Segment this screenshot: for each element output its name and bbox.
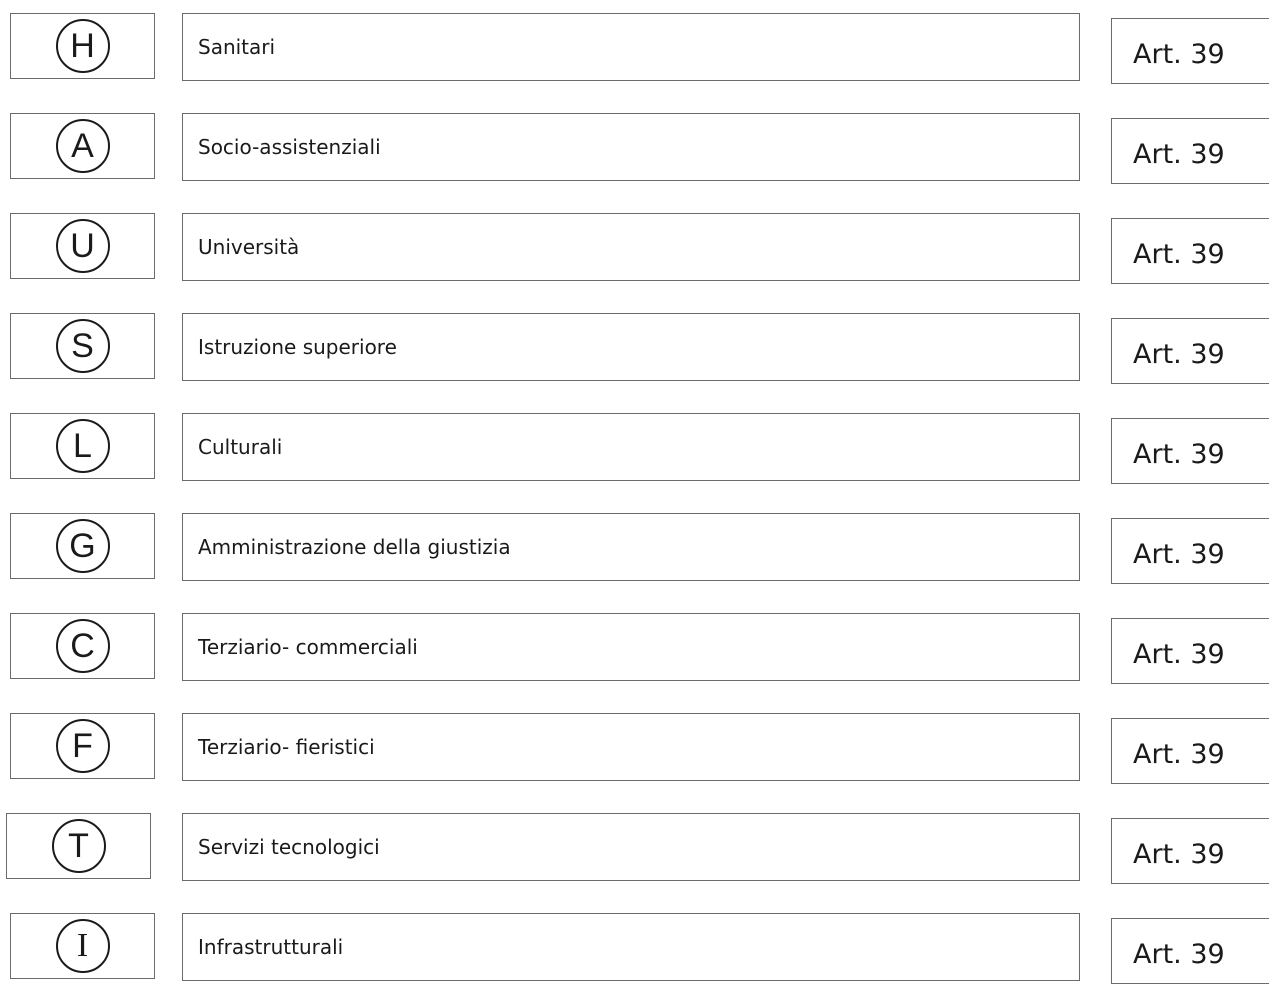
article-reference: Art. 39 [1133,839,1225,870]
category-box: Istruzione superiore [182,313,1080,381]
article-reference: Art. 39 [1133,539,1225,570]
symbol-box: F [10,713,155,779]
category-label: Sanitari [198,35,276,59]
circled-letter-symbol: A [55,119,110,173]
article-box: Art. 39 [1111,218,1269,284]
symbol-box: C [10,613,155,679]
symbol-box: I [10,913,155,979]
legend-row: A Socio-assistenziali Art. 39 [0,113,1269,184]
circled-letter-symbol: G [55,519,110,573]
symbol-box: H [10,13,155,79]
category-label: Socio-assistenziali [198,135,381,159]
article-reference: Art. 39 [1133,439,1225,470]
category-label: Terziario- fieristici [198,735,375,759]
circled-letter-symbol: S [55,319,110,373]
category-label: Servizi tecnologici [198,835,380,859]
circled-letter-symbol: H [55,19,110,73]
category-label: Amministrazione della giustizia [198,535,511,559]
circled-letter-symbol: U [55,219,110,273]
article-box: Art. 39 [1111,318,1269,384]
article-reference: Art. 39 [1133,239,1225,270]
legend-row: L Culturali Art. 39 [0,413,1269,484]
legend-row: H Sanitari Art. 39 [0,13,1269,84]
legend-row: C Terziario- commerciali Art. 39 [0,613,1269,684]
circled-letter-symbol: C [55,619,110,673]
category-label: Istruzione superiore [198,335,397,359]
legend-row: U Università Art. 39 [0,213,1269,284]
symbol-box: G [10,513,155,579]
symbol-box: A [10,113,155,179]
category-label: Terziario- commerciali [198,635,418,659]
category-box: Servizi tecnologici [182,813,1080,881]
category-box: Amministrazione della giustizia [182,513,1080,581]
category-box: Università [182,213,1080,281]
legend-row: S Istruzione superiore Art. 39 [0,313,1269,384]
symbol-box: U [10,213,155,279]
article-box: Art. 39 [1111,618,1269,684]
article-box: Art. 39 [1111,818,1269,884]
symbol-box: S [10,313,155,379]
legend-row: G Amministrazione della giustizia Art. 3… [0,513,1269,584]
article-reference: Art. 39 [1133,939,1225,970]
category-label: Culturali [198,435,283,459]
article-reference: Art. 39 [1133,139,1225,170]
article-reference: Art. 39 [1133,339,1225,370]
legend-row: I Infrastrutturali Art. 39 [0,913,1269,984]
article-box: Art. 39 [1111,118,1269,184]
category-box: Infrastrutturali [182,913,1080,981]
article-reference: Art. 39 [1133,739,1225,770]
article-reference: Art. 39 [1133,39,1225,70]
zoning-legend: H Sanitari Art. 39 A Socio-assistenziali… [0,0,1269,984]
circled-letter-symbol: F [55,719,110,773]
article-box: Art. 39 [1111,18,1269,84]
category-box: Terziario- fieristici [182,713,1080,781]
circled-letter-symbol: I [55,919,110,973]
article-box: Art. 39 [1111,718,1269,784]
legend-row: T Servizi tecnologici Art. 39 [0,813,1269,884]
category-label: Università [198,235,300,259]
category-box: Terziario- commerciali [182,613,1080,681]
circled-letter-symbol: L [55,419,110,473]
article-reference: Art. 39 [1133,639,1225,670]
article-box: Art. 39 [1111,918,1269,984]
category-box: Sanitari [182,13,1080,81]
legend-row: F Terziario- fieristici Art. 39 [0,713,1269,784]
symbol-box: T [6,813,151,879]
category-box: Socio-assistenziali [182,113,1080,181]
article-box: Art. 39 [1111,518,1269,584]
article-box: Art. 39 [1111,418,1269,484]
category-box: Culturali [182,413,1080,481]
circled-letter-symbol: T [51,819,106,873]
category-label: Infrastrutturali [198,935,344,959]
symbol-box: L [10,413,155,479]
